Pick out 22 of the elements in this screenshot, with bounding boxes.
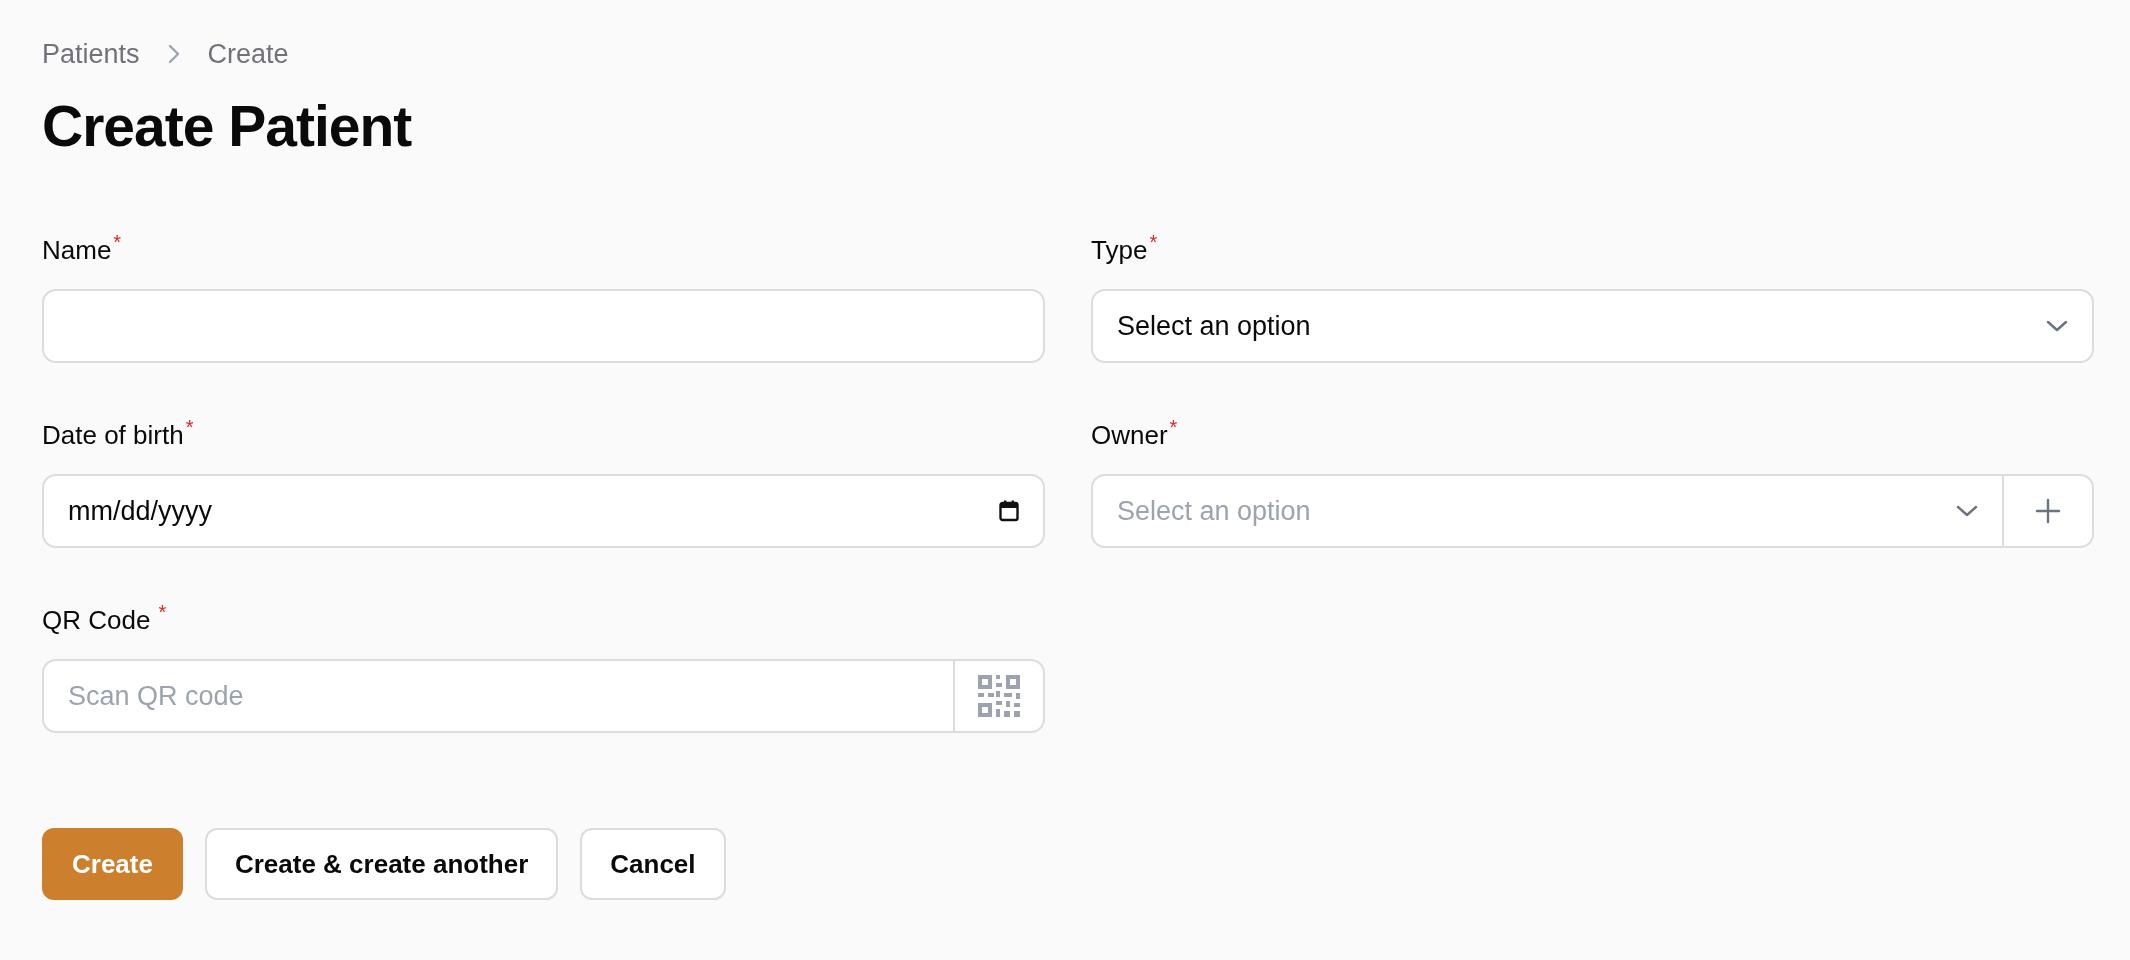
field-label: QR Code <box>42 604 151 637</box>
page-title: Create Patient <box>42 93 413 160</box>
required-asterisk: * <box>113 232 122 252</box>
field-label: Name <box>42 234 112 267</box>
required-asterisk: * <box>185 417 194 437</box>
create-button[interactable]: Create <box>42 828 183 900</box>
name-input-field[interactable] <box>42 289 1045 363</box>
form-button[interactable]: Cancel <box>580 828 726 900</box>
field-label: Type <box>1091 234 1148 267</box>
required-asterisk: * <box>1149 232 1158 252</box>
required-asterisk: * <box>158 602 167 622</box>
chevron-down-icon <box>2046 320 2068 332</box>
type-select[interactable]: Select an option <box>1091 289 2094 363</box>
chevron-right-icon <box>167 44 180 64</box>
date-field[interactable]: mm/dd/yyyy <box>42 474 1045 548</box>
breadcrumb-link[interactable]: Patients <box>42 38 140 70</box>
breadcrumb-link[interactable]: Create <box>207 38 289 70</box>
field-label: Owner <box>1091 419 1168 452</box>
form-button[interactable]: Create & create another <box>204 828 559 900</box>
calendar-icon[interactable] <box>999 500 1019 522</box>
field-label: Date of birth <box>42 419 184 452</box>
required-asterisk: * <box>1169 417 1178 437</box>
